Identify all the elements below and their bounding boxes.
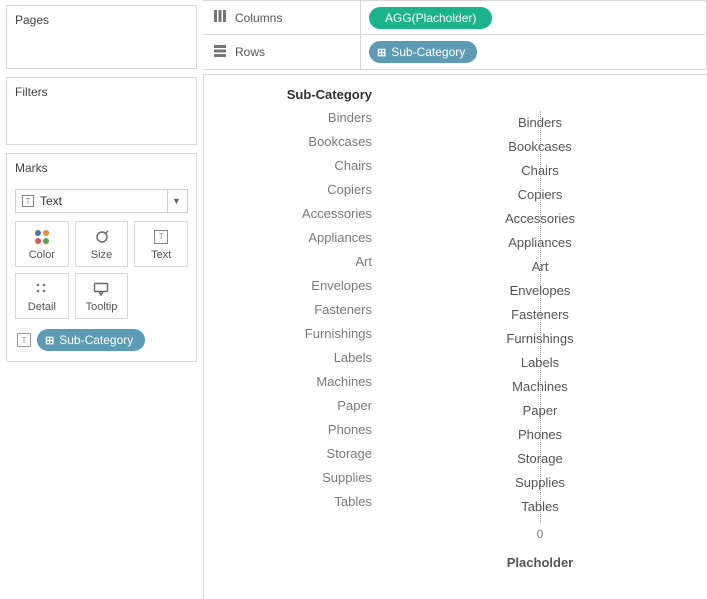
text-icon: T [154, 228, 168, 246]
detail-label: Detail [28, 301, 56, 313]
text-button[interactable]: T Text [134, 221, 188, 267]
size-icon [94, 228, 110, 246]
viz-row-header[interactable]: Labels [204, 346, 372, 370]
viz-row-value[interactable]: Supplies [380, 471, 700, 495]
detail-button[interactable]: Detail [15, 273, 69, 319]
viz-row-value[interactable]: Tables [380, 495, 700, 519]
viz-row-header[interactable]: Supplies [204, 466, 372, 490]
viz-row-header[interactable]: Envelopes [204, 274, 372, 298]
axis-title: Placholder [380, 555, 700, 570]
viz-row-value[interactable]: Accessories [380, 207, 700, 231]
rows-shelf[interactable]: Rows ⊞ Sub-Category [203, 35, 707, 70]
viz-row-value[interactable]: Machines [380, 375, 700, 399]
viz-row-header[interactable]: Paper [204, 394, 372, 418]
viz-row-header[interactable]: Accessories [204, 202, 372, 226]
viz-row-header[interactable]: Tables [204, 490, 372, 514]
viz-row-value[interactable]: Labels [380, 351, 700, 375]
viz-header-title: Sub-Category [204, 85, 372, 106]
size-button[interactable]: Size [75, 221, 129, 267]
viz-row-header[interactable]: Chairs [204, 154, 372, 178]
mark-type-label: Text [40, 194, 62, 208]
color-label: Color [29, 249, 55, 261]
pill-label: Sub-Category [391, 45, 465, 59]
detail-icon [34, 280, 50, 298]
viz-row-value[interactable]: Phones [380, 423, 700, 447]
viz-row-value[interactable]: Storage [380, 447, 700, 471]
filters-panel: Filters [6, 77, 197, 145]
viz-row-value[interactable]: Chairs [380, 159, 700, 183]
size-label: Size [91, 249, 112, 261]
viz-row-header[interactable]: Furnishings [204, 322, 372, 346]
tooltip-icon [93, 280, 109, 298]
columns-icon [213, 9, 227, 26]
viz-row-value[interactable]: Furnishings [380, 327, 700, 351]
viz-canvas[interactable]: Sub-Category BindersBookcasesChairsCopie… [203, 74, 707, 599]
viz-row-header[interactable]: Fasteners [204, 298, 372, 322]
viz-row-header[interactable]: Storage [204, 442, 372, 466]
plus-icon: ⊞ [45, 334, 54, 347]
columns-label: Columns [235, 11, 282, 25]
viz-row-value[interactable]: Binders [380, 111, 700, 135]
viz-row-value[interactable]: Copiers [380, 183, 700, 207]
color-button[interactable]: Color [15, 221, 69, 267]
text-label: Text [151, 249, 171, 261]
chevron-down-icon: ▼ [167, 190, 185, 212]
viz-row-value[interactable]: Fasteners [380, 303, 700, 327]
pill-subcategory-marks[interactable]: ⊞ Sub-Category [37, 329, 145, 351]
viz-row-value[interactable]: Appliances [380, 231, 700, 255]
text-icon: T [17, 333, 31, 347]
text-icon: T [22, 195, 34, 207]
pages-title: Pages [7, 6, 196, 45]
viz-row-header[interactable]: Copiers [204, 178, 372, 202]
marks-assigned-row[interactable]: T ⊞ Sub-Category [7, 325, 196, 351]
pill-label: Sub-Category [59, 333, 133, 347]
pill-label: AGG(Placholder) [385, 11, 476, 25]
plus-icon: ⊞ [377, 46, 386, 59]
filters-title: Filters [7, 78, 196, 117]
viz-row-value[interactable]: Art [380, 255, 700, 279]
viz-row-value[interactable]: Paper [380, 399, 700, 423]
viz-row-header[interactable]: Appliances [204, 226, 372, 250]
pages-panel: Pages [6, 5, 197, 69]
rows-icon [213, 44, 227, 61]
pill-subcategory-rows[interactable]: ⊞ Sub-Category [369, 41, 477, 63]
columns-shelf[interactable]: Columns AGG(Placholder) [203, 0, 707, 35]
viz-row-header[interactable]: Art [204, 250, 372, 274]
color-icon [34, 228, 50, 246]
marks-panel: Marks T Text ▼ Color Size [6, 153, 197, 362]
viz-row-header[interactable]: Binders [204, 106, 372, 130]
viz-row-value[interactable]: Bookcases [380, 135, 700, 159]
axis-tick-zero: 0 [380, 527, 700, 541]
mark-type-dropdown[interactable]: T Text ▼ [15, 189, 188, 213]
viz-row-value[interactable]: Envelopes [380, 279, 700, 303]
tooltip-button[interactable]: Tooltip [75, 273, 129, 319]
viz-row-header[interactable]: Phones [204, 418, 372, 442]
pill-agg-placeholder[interactable]: AGG(Placholder) [369, 7, 492, 29]
viz-row-header[interactable]: Machines [204, 370, 372, 394]
viz-row-header[interactable]: Bookcases [204, 130, 372, 154]
tooltip-label: Tooltip [86, 301, 118, 313]
rows-label: Rows [235, 45, 265, 59]
marks-title: Marks [7, 154, 196, 185]
